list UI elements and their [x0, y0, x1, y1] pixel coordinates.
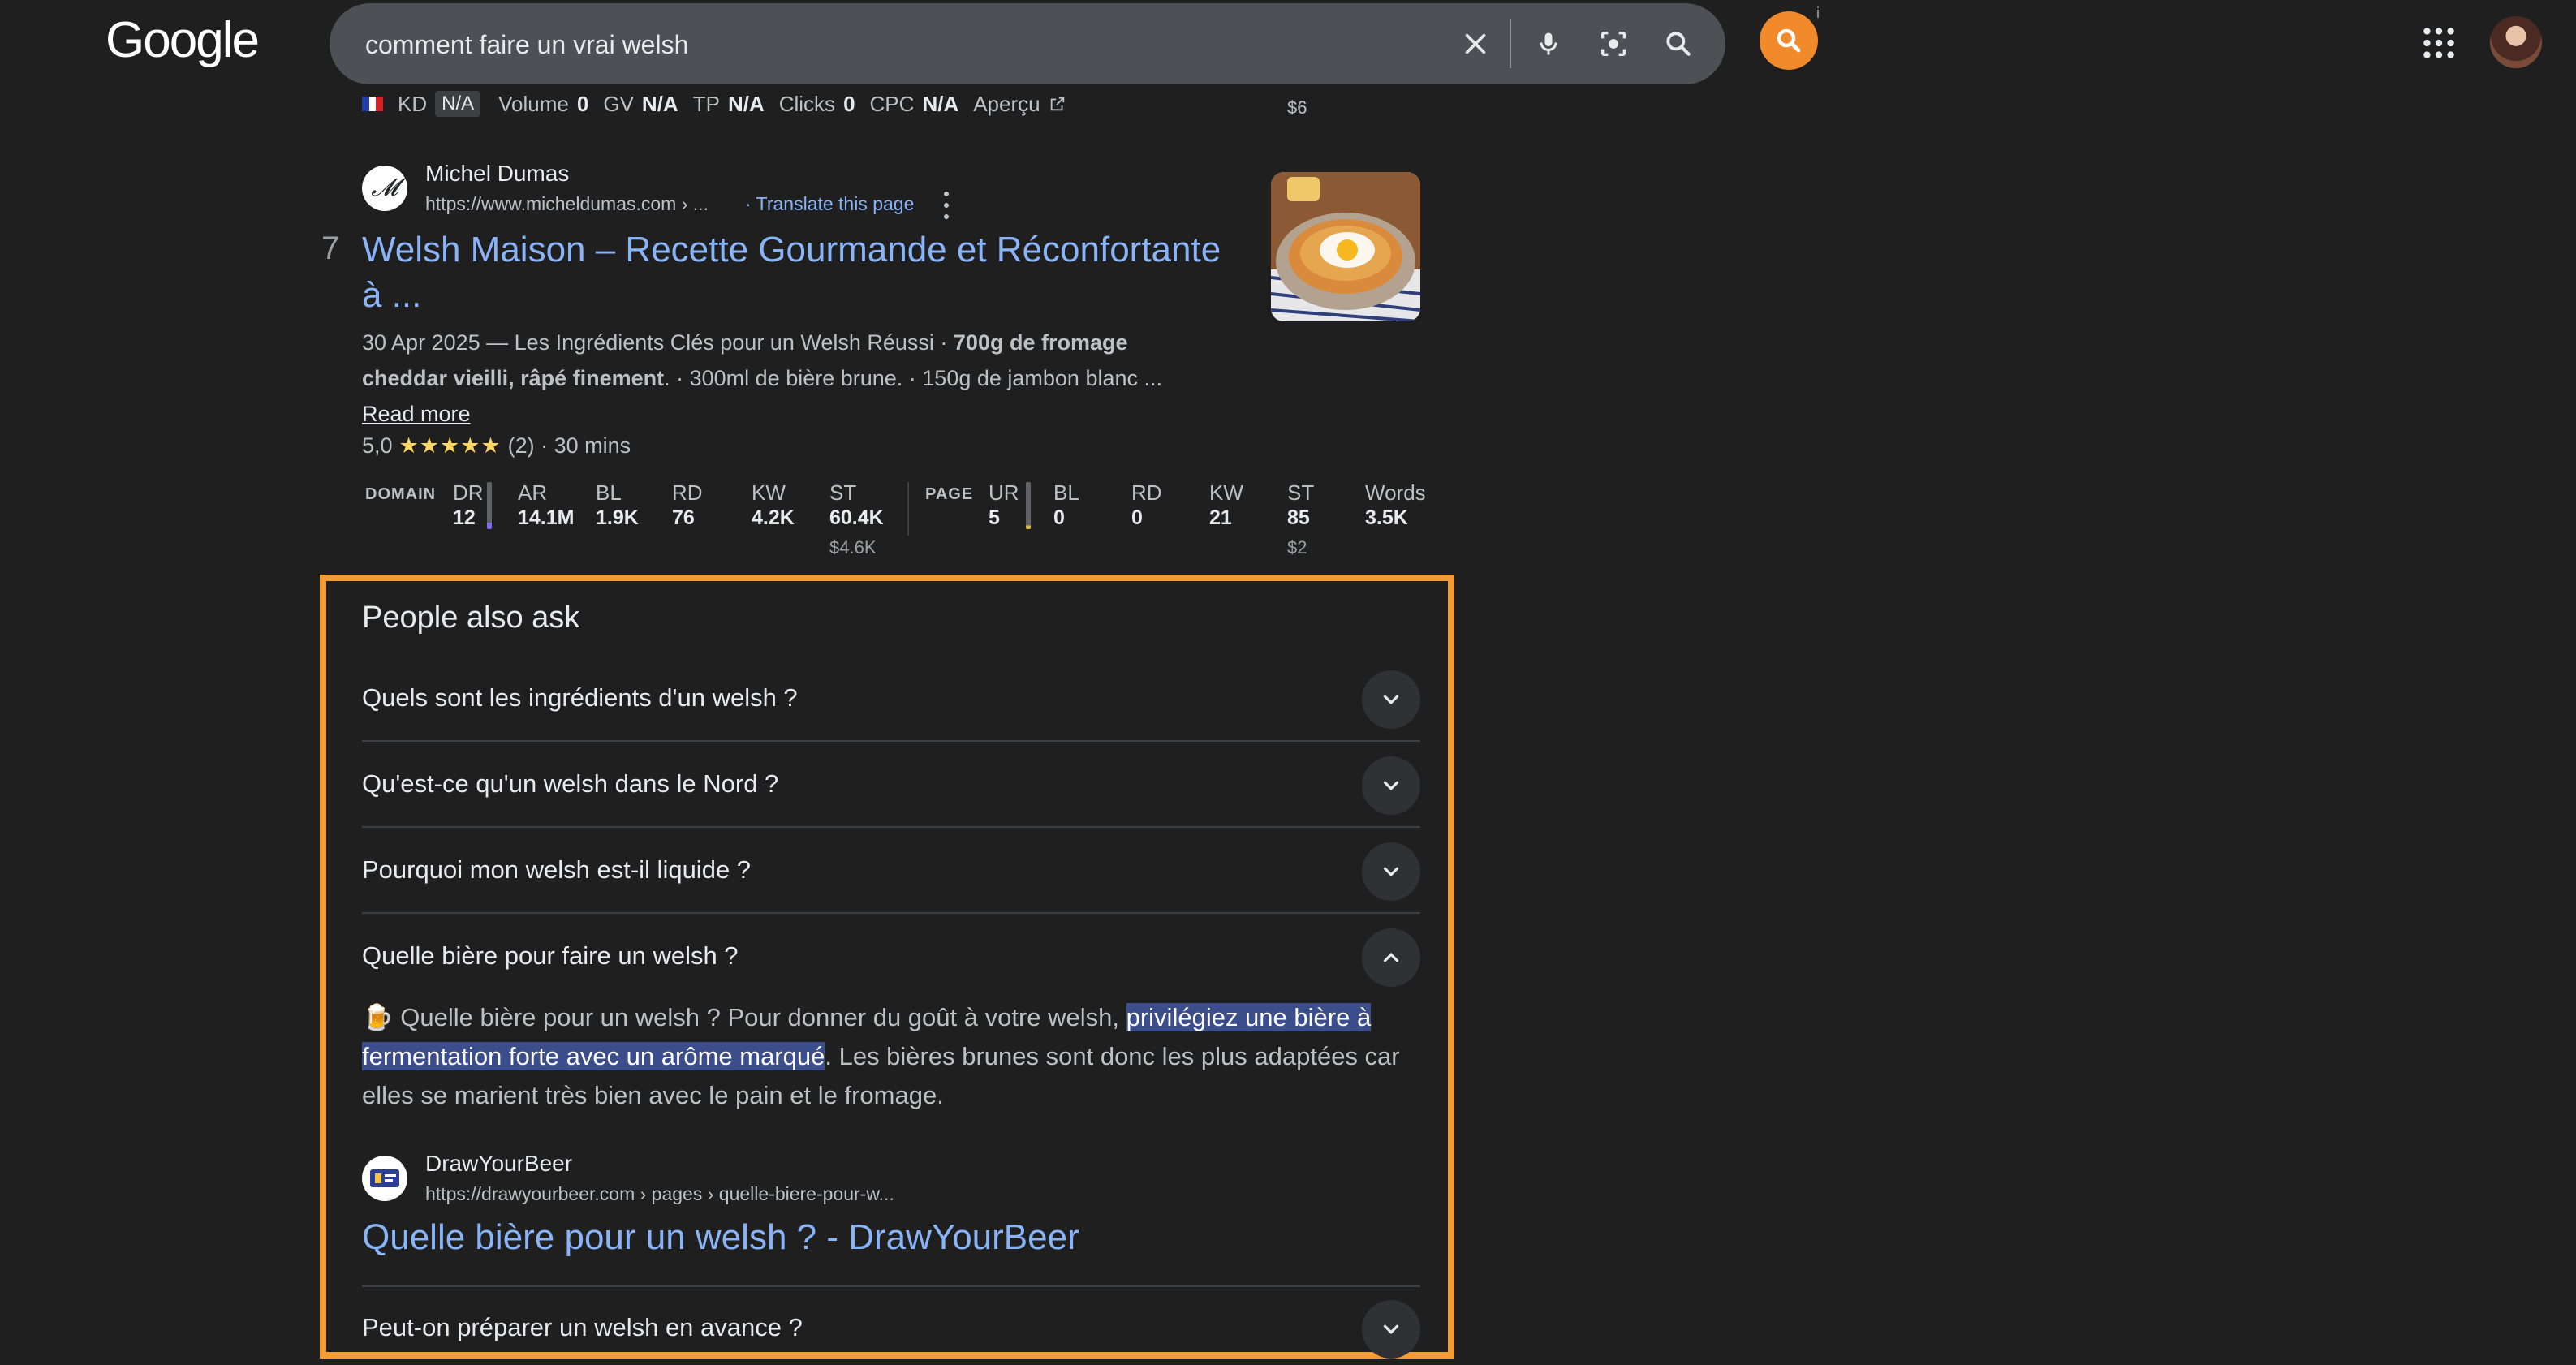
site-name[interactable]: Michel Dumas — [425, 161, 569, 187]
apps-grid-icon[interactable] — [2419, 23, 2459, 63]
volume-label: Volume — [498, 91, 569, 116]
metric-header: BL — [596, 480, 622, 505]
answer-text: Quelle bière pour un welsh ? Pour donner… — [393, 1003, 1126, 1031]
info-mark[interactable]: i — [1816, 5, 1820, 22]
metric-value: 1.9K — [596, 506, 639, 529]
source-favicon[interactable] — [362, 1156, 407, 1201]
extension-search-button[interactable] — [1760, 11, 1818, 70]
metric-value: 0 — [1053, 506, 1065, 529]
result-rating: 5,0 ★★★★★ (2) · 30 mins — [362, 433, 631, 459]
metrics-divider — [907, 482, 909, 536]
chevron-up-icon[interactable] — [1362, 928, 1420, 987]
metric-sub-value: $4.6K — [829, 537, 877, 558]
paa-question[interactable]: Pourquoi mon welsh est-il liquide ? — [362, 855, 1420, 885]
metric-header: UR — [989, 480, 1019, 505]
paa-divider — [362, 740, 1420, 742]
paa-question[interactable]: Quels sont les ingrédients d'un welsh ? — [362, 683, 1420, 713]
metric-header: ST — [829, 480, 857, 505]
metric-value: 60.4K — [829, 506, 884, 529]
camera-lens-icon[interactable] — [1591, 21, 1636, 67]
paa-divider — [362, 826, 1420, 828]
clear-icon[interactable] — [1453, 21, 1498, 67]
domain-label: DOMAIN — [365, 485, 437, 503]
source-name[interactable]: DrawYourBeer — [425, 1151, 572, 1177]
metric-value: 21 — [1209, 506, 1232, 529]
metric-value: 0 — [1131, 506, 1143, 529]
cpc-value: N/A — [922, 91, 959, 116]
snippet-text: 30 Apr 2025 — Les Ingrédients Clés pour … — [362, 330, 954, 355]
microphone-icon[interactable] — [1526, 21, 1571, 67]
snippet-text-2: . · 300ml de bière brune. · 150g de jamb… — [664, 366, 1162, 390]
apercu-link[interactable]: Aperçu — [973, 92, 1040, 117]
chevron-down-icon[interactable] — [1362, 756, 1420, 815]
search-bar[interactable] — [330, 3, 1725, 86]
metric-header: KW — [752, 480, 786, 505]
rating-details: (2) · 30 mins — [507, 433, 631, 458]
france-flag-icon — [362, 97, 384, 111]
rating-value: 5,0 — [362, 433, 393, 458]
metric-header: Words — [1365, 480, 1426, 505]
gv-label: GV — [603, 91, 634, 116]
metric-value: 5 — [989, 506, 1000, 529]
rating-stars-icon: ★★★★★ — [398, 433, 502, 458]
metric-value: 85 — [1287, 506, 1310, 529]
metric-value: 12 — [453, 506, 476, 529]
gv-value: N/A — [641, 91, 678, 116]
page-label: PAGE — [925, 485, 974, 503]
metric-header: ST — [1287, 480, 1315, 505]
paa-answer: 🍺 Quelle bière pour un welsh ? Pour donn… — [362, 998, 1417, 1115]
source-title-link[interactable]: Quelle bière pour un welsh ? - DrawYourB… — [362, 1217, 1079, 1258]
metric-value: 14.1M — [518, 506, 575, 529]
result-snippet: 30 Apr 2025 — Les Ingrédients Clés pour … — [362, 325, 1182, 432]
metric-value: 3.5K — [1365, 506, 1408, 529]
result-thumbnail[interactable] — [1271, 172, 1420, 321]
tp-label: TP — [692, 91, 720, 116]
ur-gauge — [1026, 482, 1031, 529]
paa-question-expanded[interactable]: Quelle bière pour faire un welsh ? — [362, 941, 1420, 971]
metric-header: BL — [1053, 480, 1079, 505]
volume-value: 0 — [576, 91, 589, 116]
kd-label: KD — [398, 91, 428, 116]
paa-divider — [362, 1285, 1420, 1287]
chevron-down-icon[interactable] — [1362, 1300, 1420, 1359]
paa-question[interactable]: Qu'est-ce qu'un welsh dans le Nord ? — [362, 769, 1420, 799]
beer-icon: 🍺 — [362, 1003, 394, 1031]
more-options-icon[interactable] — [938, 192, 954, 219]
kd-value: N/A — [435, 91, 481, 117]
keyword-price: $6 — [1287, 97, 1307, 118]
paa-divider — [362, 912, 1420, 914]
keyword-metrics-bar: KD N/A Volume 0 GV N/A TP N/A Clicks 0 C… — [362, 91, 1066, 117]
metric-header: KW — [1209, 480, 1243, 505]
chevron-down-icon[interactable] — [1362, 842, 1420, 901]
site-url[interactable]: https://www.micheldumas.com › ... — [425, 193, 709, 215]
search-input[interactable] — [364, 3, 1422, 86]
metric-header: DR — [453, 480, 484, 505]
metric-sub-value: $2 — [1287, 537, 1307, 558]
metric-value: 76 — [672, 506, 695, 529]
metric-header: RD — [672, 480, 703, 505]
site-favicon[interactable]: 𝓜 — [362, 166, 407, 211]
chevron-down-icon[interactable] — [1362, 670, 1420, 729]
account-avatar[interactable] — [2490, 16, 2542, 68]
tp-value: N/A — [727, 91, 765, 116]
metric-header: AR — [518, 480, 548, 505]
search-icon — [1777, 28, 1801, 53]
read-more-link[interactable]: Read more — [362, 402, 471, 426]
dr-gauge — [487, 482, 492, 529]
search-icon[interactable] — [1656, 21, 1701, 67]
clicks-value: 0 — [843, 91, 855, 116]
translate-link[interactable]: · Translate this page — [745, 193, 914, 215]
source-url[interactable]: https://drawyourbeer.com › pages › quell… — [425, 1183, 894, 1205]
result-rank: 7 — [321, 230, 340, 266]
paa-title: People also ask — [362, 601, 580, 635]
paa-question[interactable]: Peut-on préparer un welsh en avance ? — [362, 1313, 1420, 1342]
google-logo[interactable]: Google — [106, 11, 260, 69]
search-divider — [1510, 19, 1511, 68]
cpc-label: CPC — [869, 91, 915, 116]
metric-header: RD — [1131, 480, 1162, 505]
clicks-label: Clicks — [778, 91, 836, 116]
result-title-link[interactable]: Welsh Maison – Recette Gourmande et Réco… — [362, 227, 1230, 318]
metric-value: 4.2K — [752, 506, 795, 529]
external-link-icon[interactable] — [1049, 95, 1066, 113]
